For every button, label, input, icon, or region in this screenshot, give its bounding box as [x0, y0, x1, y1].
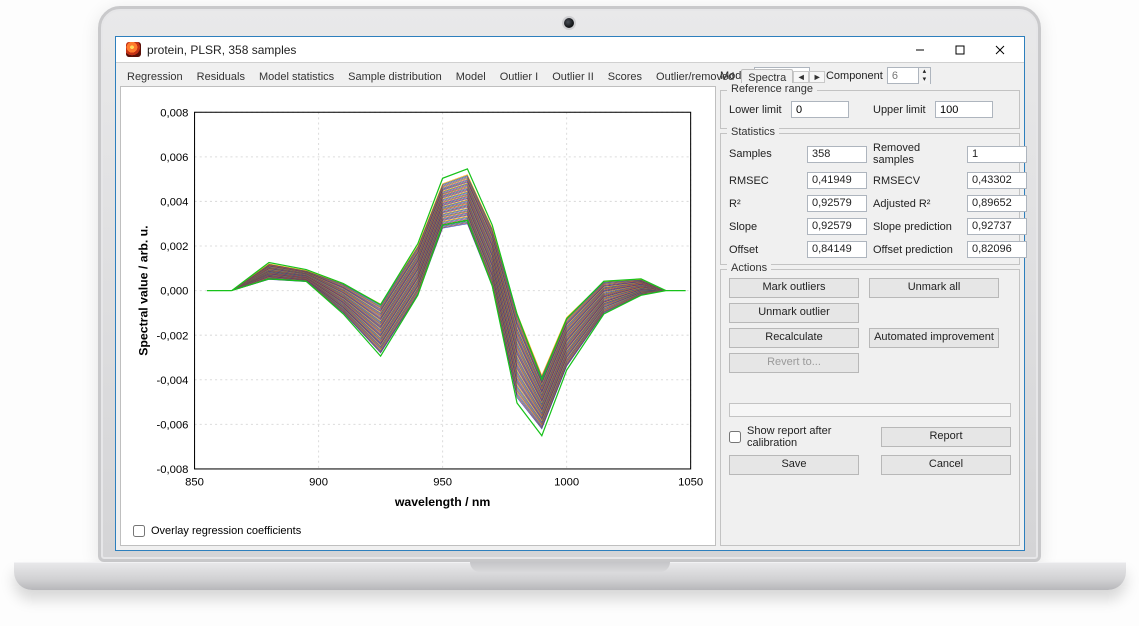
- unmark-all-button[interactable]: Unmark all: [869, 278, 999, 298]
- component-label: Component: [826, 70, 883, 82]
- tab-sample-distribution[interactable]: Sample distribution: [341, 68, 449, 86]
- overlay-regression-label: Overlay regression coefficients: [151, 525, 301, 537]
- samples-value: 358: [807, 146, 867, 163]
- removed-samples-value: 1: [967, 146, 1027, 163]
- lower-limit-label: Lower limit: [729, 104, 785, 116]
- slope-label: Slope: [729, 221, 801, 233]
- lower-limit-input[interactable]: [791, 101, 849, 118]
- svg-text:1050: 1050: [678, 476, 703, 488]
- component-stepper[interactable]: 6 ▴▾: [887, 67, 931, 84]
- tabs-row: RegressionResidualsModel statisticsSampl…: [120, 67, 716, 87]
- save-button[interactable]: Save: [729, 455, 859, 475]
- tab-scroll-left[interactable]: ◄: [793, 71, 809, 83]
- svg-text:0,008: 0,008: [160, 107, 188, 119]
- offset-label: Offset: [729, 244, 801, 256]
- svg-text:0,004: 0,004: [160, 197, 188, 209]
- maximize-button[interactable]: [940, 37, 980, 63]
- component-value: 6: [888, 70, 918, 82]
- tab-outlier-i[interactable]: Outlier I: [493, 68, 546, 86]
- show-report-input[interactable]: [729, 431, 741, 443]
- svg-text:0,002: 0,002: [160, 241, 188, 253]
- component-down[interactable]: ▾: [918, 76, 930, 84]
- svg-text:950: 950: [433, 476, 452, 488]
- removed-samples-label: Removed samples: [873, 142, 961, 166]
- minimize-button[interactable]: [900, 37, 940, 63]
- overlay-regression-input[interactable]: [133, 525, 145, 537]
- spectra-chart: 850 900 950 1000 1050 -0,008 -0,006 -0,004 -0,00…: [131, 93, 705, 521]
- reference-range-legend: Reference range: [727, 83, 817, 95]
- tab-model[interactable]: Model: [449, 68, 493, 86]
- svg-text:Spectral value / arb. u.: Spectral value / arb. u.: [136, 225, 150, 355]
- upper-limit-input[interactable]: [935, 101, 993, 118]
- svg-text:-0,008: -0,008: [156, 464, 188, 476]
- svg-text:850: 850: [185, 476, 204, 488]
- tab-residuals[interactable]: Residuals: [190, 68, 252, 86]
- svg-text:1000: 1000: [554, 476, 579, 488]
- r2-value: 0,92579: [807, 195, 867, 212]
- adjr2-label: Adjusted R²: [873, 198, 961, 210]
- rmsec-value: 0,41949: [807, 172, 867, 189]
- r2-label: R²: [729, 198, 801, 210]
- mark-outliers-button[interactable]: Mark outliers: [729, 278, 859, 298]
- tab-outlier-ii[interactable]: Outlier II: [545, 68, 601, 86]
- rmsecv-label: RMSECV: [873, 175, 961, 187]
- laptop-camera: [564, 18, 574, 28]
- upper-limit-label: Upper limit: [873, 104, 929, 116]
- show-report-checkbox[interactable]: Show report after calibration: [729, 425, 871, 449]
- app-icon: [126, 42, 141, 57]
- offset-pred-label: Offset prediction: [873, 244, 961, 256]
- tab-model-statistics[interactable]: Model statistics: [252, 68, 341, 86]
- offset-value: 0,84149: [807, 241, 867, 258]
- svg-text:0,000: 0,000: [160, 286, 188, 298]
- app-window: protein, PLSR, 358 samples RegressionRes…: [115, 36, 1025, 551]
- automated-improvement-button[interactable]: Automated improvement: [869, 328, 999, 348]
- progress-bar: [729, 403, 1011, 417]
- svg-text:-0,002: -0,002: [156, 330, 188, 342]
- report-button[interactable]: Report: [881, 427, 1011, 447]
- svg-text:-0,006: -0,006: [156, 419, 188, 431]
- actions-legend: Actions: [727, 262, 771, 274]
- tab-regression[interactable]: Regression: [120, 68, 190, 86]
- svg-text:-0,004: -0,004: [156, 375, 188, 387]
- rmsec-label: RMSEC: [729, 175, 801, 187]
- plot-panel: 850 900 950 1000 1050 -0,008 -0,006 -0,004 -0,00…: [120, 87, 716, 546]
- samples-label: Samples: [729, 148, 801, 160]
- tab-scroll-right[interactable]: ►: [809, 71, 825, 83]
- svg-text:900: 900: [309, 476, 328, 488]
- recalculate-button[interactable]: Recalculate: [729, 328, 859, 348]
- show-report-label: Show report after calibration: [747, 425, 871, 449]
- slope-pred-label: Slope prediction: [873, 221, 961, 233]
- tab-scores[interactable]: Scores: [601, 68, 649, 86]
- revert-to-button[interactable]: Revert to...: [729, 353, 859, 373]
- offset-pred-value: 0,82096: [967, 241, 1027, 258]
- rmsecv-value: 0,43302: [967, 172, 1027, 189]
- cancel-button[interactable]: Cancel: [881, 455, 1011, 475]
- svg-text:wavelength / nm: wavelength / nm: [394, 495, 491, 509]
- unmark-outlier-button[interactable]: Unmark outlier: [729, 303, 859, 323]
- slope-pred-value: 0,92737: [967, 218, 1027, 235]
- statistics-legend: Statistics: [727, 126, 779, 138]
- window-title: protein, PLSR, 358 samples: [147, 43, 296, 57]
- svg-text:0,006: 0,006: [160, 152, 188, 164]
- overlay-regression-checkbox[interactable]: Overlay regression coefficients: [131, 521, 705, 537]
- laptop-notch: [470, 562, 670, 572]
- laptop-frame: protein, PLSR, 358 samples RegressionRes…: [0, 0, 1139, 626]
- close-button[interactable]: [980, 37, 1020, 63]
- slope-value: 0,92579: [807, 218, 867, 235]
- titlebar: protein, PLSR, 358 samples: [116, 37, 1024, 63]
- adjr2-value: 0,89652: [967, 195, 1027, 212]
- component-up[interactable]: ▴: [918, 68, 930, 76]
